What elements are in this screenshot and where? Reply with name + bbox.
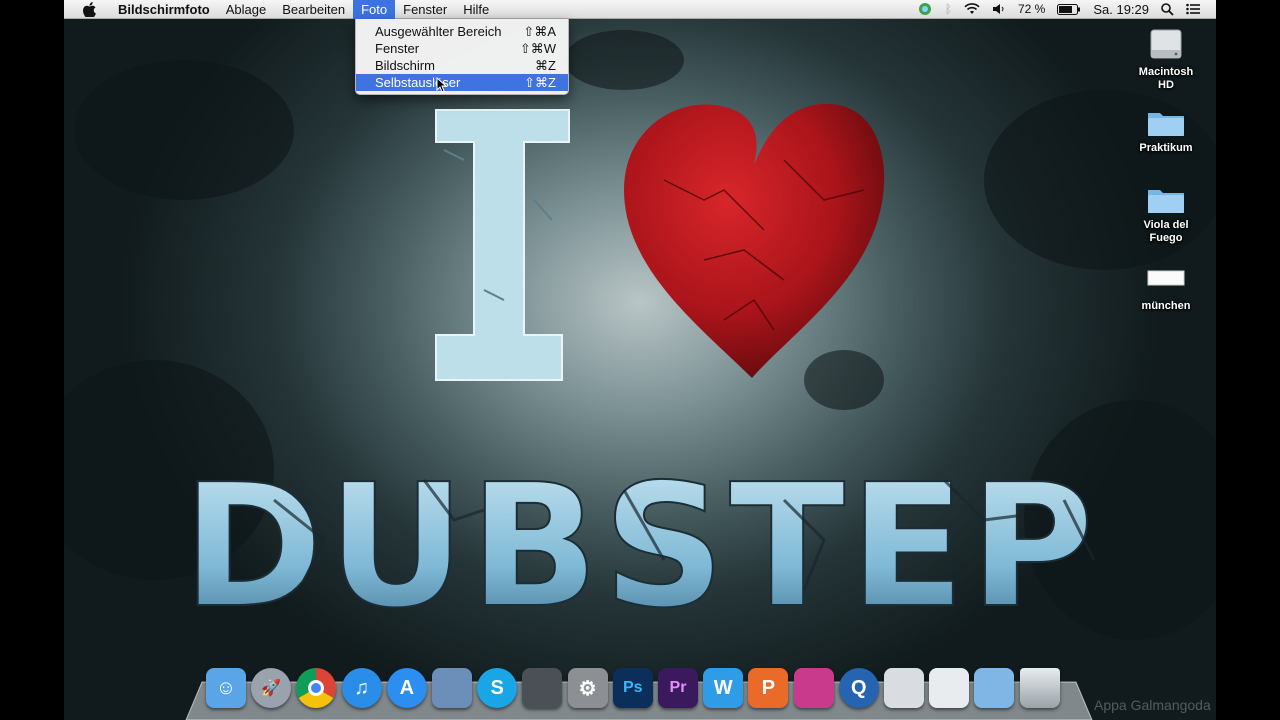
skype-icon[interactable]: S (477, 668, 518, 708)
mouse-cursor-icon (436, 77, 448, 93)
battery-icon[interactable] (1051, 0, 1087, 19)
documents-stack-icon[interactable] (929, 668, 970, 708)
trash-icon[interactable] (1019, 668, 1060, 708)
menu-foto[interactable]: Foto (353, 0, 396, 19)
menu-item-ausgewaehlter-bereich[interactable]: Ausgewählter Bereich ⇧⌘A (356, 23, 568, 40)
desktop-icon-label: Fuego (1149, 232, 1183, 244)
desktop-icon-label: Viola del (1143, 219, 1189, 231)
clock[interactable]: Sa. 19:29 (1087, 0, 1155, 19)
hard-drive-icon (1150, 29, 1182, 59)
menu-item-shortcut: ⇧⌘Z (524, 75, 556, 90)
wallpaper-letter-i (435, 109, 570, 381)
dock: ☺ 🚀 ♫ A S ⚙ Ps Pr W P Q (184, 662, 1094, 720)
folder-stack-icon[interactable] (974, 668, 1015, 708)
sync-icon[interactable] (911, 0, 939, 19)
menu-item-fenster[interactable]: Fenster ⇧⌘W (356, 40, 568, 57)
menu-fenster[interactable]: Fenster (395, 0, 455, 19)
wallpaper: DUBSTEP (64, 30, 1216, 647)
app-store-icon[interactable]: A (386, 668, 427, 708)
menu-item-label: Bildschirm (375, 58, 435, 73)
spotlight-search-icon[interactable] (1155, 0, 1180, 19)
notification-center-icon[interactable] (1180, 0, 1206, 19)
desktop-icon-macintosh-hd[interactable]: Macintosh HD (1124, 26, 1208, 92)
system-preferences-icon[interactable]: ⚙ (567, 668, 608, 708)
powerpoint-icon[interactable]: P (748, 668, 789, 708)
bluetooth-icon[interactable]: ᛒ (939, 0, 958, 19)
menu-bearbeiten[interactable]: Bearbeiten (274, 0, 353, 19)
grapher-icon[interactable] (884, 668, 924, 708)
menu-item-label: Fenster (375, 41, 420, 56)
photo-app-icon[interactable] (793, 668, 834, 708)
preview-icon[interactable] (432, 668, 472, 708)
desktop-icon-label: Macintosh (1138, 66, 1194, 78)
apple-menu-icon[interactable] (80, 0, 98, 19)
document-icon (1147, 270, 1185, 286)
steam-icon[interactable] (522, 668, 563, 708)
folder-icon (1148, 113, 1184, 136)
battery-percent[interactable]: 72 % (1012, 0, 1051, 19)
desktop-icon-praktikum[interactable]: Praktikum (1124, 108, 1208, 155)
menu-app-name[interactable]: Bildschirmfoto (110, 0, 218, 19)
word-icon[interactable]: W (703, 668, 744, 708)
launchpad-icon[interactable]: 🚀 (251, 668, 292, 708)
wallpaper-dubstep: DUBSTEP (182, 448, 1098, 646)
folder-icon (1148, 190, 1184, 213)
menu-ablage[interactable]: Ablage (218, 0, 274, 19)
menu-item-shortcut: ⌘Z (535, 58, 556, 73)
wifi-icon[interactable] (958, 0, 986, 19)
desktop-icon-label: HD (1158, 79, 1174, 91)
volume-icon[interactable] (986, 0, 1012, 19)
menu-bar: Bildschirmfoto Ablage Bearbeiten Foto Fe… (64, 0, 1216, 19)
watermark: Appa Galmangoda (1094, 697, 1211, 713)
quicktime-icon[interactable]: Q (838, 668, 879, 708)
premiere-icon[interactable]: Pr (658, 668, 698, 708)
finder-icon[interactable]: ☺ (206, 668, 246, 708)
photoshop-icon[interactable]: Ps (612, 668, 653, 708)
desktop-icon-muenchen[interactable]: münchen (1124, 270, 1208, 313)
menu-item-shortcut: ⇧⌘A (523, 24, 556, 39)
desktop-icon-viola-del-fuego[interactable]: Viola del Fuego (1124, 185, 1208, 245)
menu-hilfe[interactable]: Hilfe (455, 0, 497, 19)
desktop-icon-label: Praktikum (1139, 142, 1193, 154)
menu-item-selbstausloeser[interactable]: Selbstauslöser ⇧⌘Z (356, 74, 568, 91)
itunes-icon[interactable]: ♫ (341, 668, 382, 708)
desktop: DUBSTEP Bildschirmfoto Ablage Bearbeiten… (64, 0, 1216, 720)
menu-item-shortcut: ⇧⌘W (519, 41, 556, 56)
foto-dropdown-menu: Ausgewählter Bereich ⇧⌘A Fenster ⇧⌘W Bil… (355, 19, 569, 95)
desktop-icon-label: münchen (1141, 300, 1191, 312)
menu-item-bildschirm[interactable]: Bildschirm ⌘Z (356, 57, 568, 74)
status-area: ᛒ 72 % Sa. 19:29 (911, 0, 1216, 19)
menu-item-label: Ausgewählter Bereich (375, 24, 502, 39)
wallpaper-heart (624, 103, 885, 379)
